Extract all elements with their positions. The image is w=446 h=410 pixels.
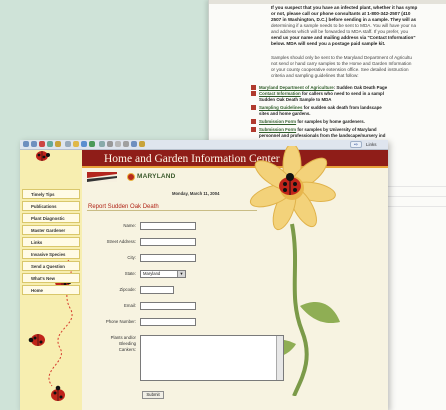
messenger-icon[interactable] bbox=[131, 141, 137, 147]
doc-link-item[interactable]: Submission Form for samples by Universit… bbox=[251, 127, 446, 133]
mail-icon[interactable] bbox=[99, 141, 105, 147]
phone-number-input[interactable] bbox=[140, 318, 196, 326]
doc-link[interactable]: Maryland Department of Agriculture bbox=[259, 85, 334, 90]
comments-label-line: Cankers: bbox=[118, 347, 136, 352]
doc-link-text: for callers who need to send in a sampl bbox=[300, 91, 384, 96]
doc-paragraph-line: determining if a sample needs to be sent… bbox=[271, 23, 417, 28]
history-icon[interactable] bbox=[89, 141, 95, 147]
date-text: Monday, March 11, 2004 bbox=[172, 191, 220, 196]
doc-link-continuation: Sudden Oak Death Sample to MDA bbox=[259, 97, 446, 102]
doc-paragraph-line: criteria and sampling guidelines that fo… bbox=[271, 73, 359, 78]
nav-item-timely-tips[interactable]: Timely Tips bbox=[22, 189, 80, 199]
state-label: State: bbox=[124, 271, 136, 276]
doc-link[interactable]: Contact Information bbox=[259, 91, 301, 96]
refresh-icon[interactable] bbox=[47, 141, 53, 147]
left-sidebar: Timely Tips Publications Plant Diagnosti… bbox=[20, 150, 82, 410]
name-input[interactable] bbox=[140, 222, 196, 230]
doc-link-item[interactable]: Submission Form for samples by home gard… bbox=[251, 119, 446, 125]
doc-link-text: sites and home gardens. bbox=[259, 111, 311, 116]
discuss-icon[interactable] bbox=[123, 141, 129, 147]
plants-cankers-textarea[interactable] bbox=[140, 335, 284, 381]
email-label: Email: bbox=[124, 303, 136, 308]
maryland-logo-text: MARYLAND bbox=[137, 173, 176, 180]
doc-link[interactable]: Sampling Guidelines bbox=[259, 105, 302, 110]
doc-link[interactable]: Submission Form bbox=[259, 119, 296, 124]
state-select[interactable]: Maryland ▼ bbox=[140, 270, 186, 278]
edit-icon[interactable] bbox=[115, 141, 121, 147]
street-address-label: Street Address: bbox=[106, 239, 136, 244]
doc-link-text: personnel and professionals from the lan… bbox=[259, 133, 386, 138]
doc-paragraph-line: or your county cooperative extension off… bbox=[271, 67, 409, 72]
stop-icon[interactable] bbox=[39, 141, 45, 147]
media-icon[interactable] bbox=[81, 141, 87, 147]
pdf-icon bbox=[251, 119, 256, 125]
doc-paragraph-line: not send or hand carry samples to the Ho… bbox=[271, 61, 412, 66]
zipcode-label: Zipcode: bbox=[119, 287, 136, 292]
research-icon[interactable] bbox=[139, 141, 145, 147]
doc-link-text: for samples by University of Maryland bbox=[296, 127, 377, 132]
city-input[interactable] bbox=[140, 254, 196, 262]
back-icon[interactable] bbox=[23, 141, 29, 147]
pdf-icon bbox=[251, 127, 256, 133]
maryland-flag-icon bbox=[87, 172, 117, 182]
bullet-icon bbox=[251, 91, 256, 97]
submit-button[interactable]: Submit bbox=[142, 391, 164, 399]
doc-link-continuation: sites and home gardens. bbox=[259, 111, 446, 116]
chevron-down-icon[interactable]: ▼ bbox=[177, 271, 185, 277]
doc-link-continuation: personnel and professionals from the lan… bbox=[259, 133, 446, 138]
nav-item-publications[interactable]: Publications bbox=[22, 201, 80, 211]
state-select-value: Maryland bbox=[143, 271, 161, 276]
textarea-scrollbar[interactable] bbox=[276, 336, 283, 380]
nav-item-plant-diagnostic[interactable]: Plant Diagnostic bbox=[22, 213, 80, 223]
browser-window: ⇨ Links Timely Tips Publications Plant D… bbox=[20, 140, 388, 410]
search-icon[interactable] bbox=[65, 141, 71, 147]
doc-link-item[interactable]: Sampling Guidelines for sudden oak death… bbox=[251, 105, 446, 111]
favorites-icon[interactable] bbox=[73, 141, 79, 147]
email-input[interactable] bbox=[140, 302, 196, 310]
print-icon[interactable] bbox=[107, 141, 113, 147]
doc-paragraph-line: and address which will be forwarded to M… bbox=[271, 29, 409, 34]
doc-paragraph-line: below. MDA will send you a postage paid … bbox=[271, 41, 386, 46]
doc-paragraph-line: If you suspect that you have an infected… bbox=[271, 5, 418, 10]
doc-paragraph-line: Samples should only be sent to the Maryl… bbox=[271, 55, 412, 60]
doc-paragraph-line: send us your name and mailing address vi… bbox=[271, 35, 416, 40]
forward-icon[interactable] bbox=[31, 141, 37, 147]
doc-link-text: for samples by home gardeners. bbox=[296, 119, 365, 124]
home-icon[interactable] bbox=[55, 141, 61, 147]
document-header-strip bbox=[209, 0, 446, 4]
city-label: City: bbox=[127, 255, 136, 260]
bullet-icon bbox=[251, 85, 256, 91]
zipcode-input[interactable] bbox=[140, 286, 174, 294]
doc-link-item[interactable]: Contact Information for callers who need… bbox=[251, 91, 446, 97]
street-address-input[interactable] bbox=[140, 238, 196, 246]
title-divider bbox=[87, 210, 257, 211]
doc-link-item[interactable]: Maryland Department of Agriculture: Sudd… bbox=[251, 85, 446, 91]
doc-link-text: for sudden oak death from landscape bbox=[302, 105, 382, 110]
doc-link[interactable]: Submission Form bbox=[259, 127, 296, 132]
bullet-icon bbox=[251, 105, 256, 111]
doc-link-text: Sudden Oak Death Sample to MDA bbox=[259, 97, 332, 102]
ladybug-icon bbox=[36, 151, 50, 161]
umd-seal-icon bbox=[127, 173, 135, 181]
name-label: Name: bbox=[123, 223, 136, 228]
doc-paragraph-line: or not, please call our phone consultant… bbox=[271, 11, 411, 16]
nav-item-send-a-question[interactable]: Send a Question bbox=[22, 261, 80, 271]
doc-link-text: : Sudden Oak Death Page bbox=[333, 85, 388, 90]
phone-number-label: Phone Number: bbox=[105, 319, 136, 324]
doc-paragraph-line: 2507 in Washington, D.C.) before sending… bbox=[271, 17, 417, 22]
ladybug-icon bbox=[51, 385, 65, 401]
ladybug-icon bbox=[28, 334, 45, 346]
